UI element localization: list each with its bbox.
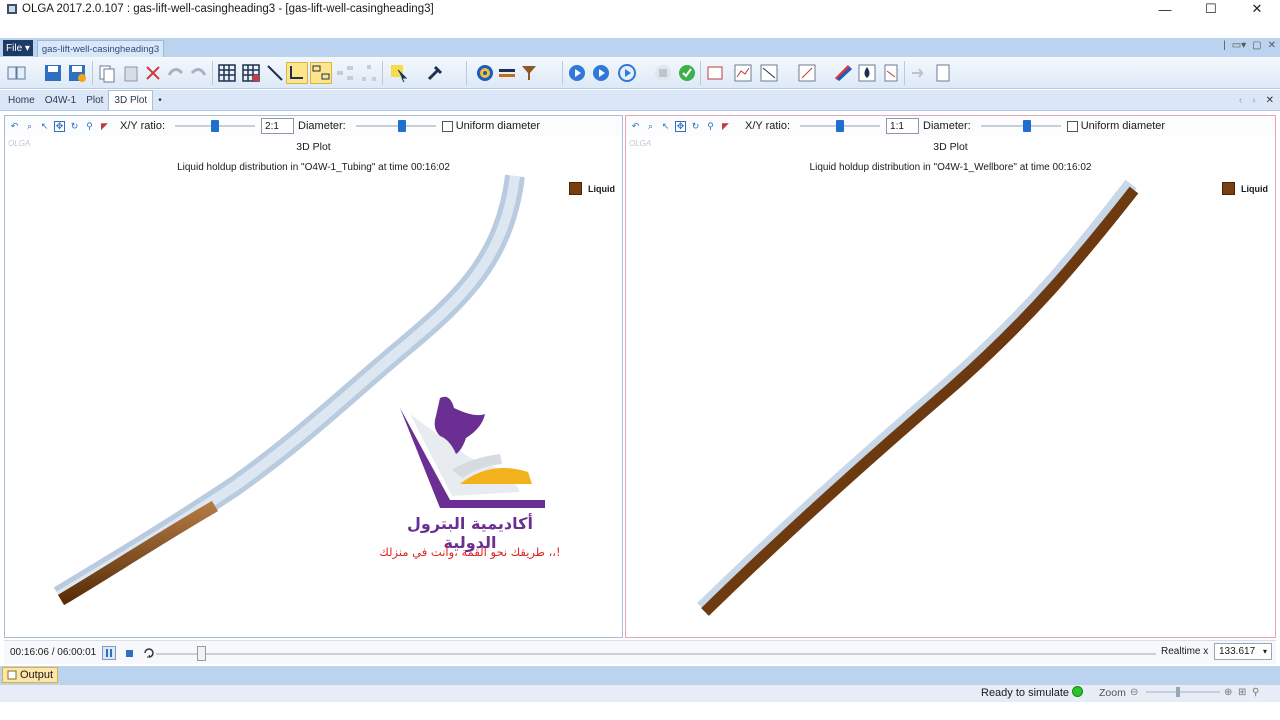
window-titlebar: OLGA 2017.2.0.107 : gas-lift-well-casing…: [0, 0, 1280, 18]
run-to-icon[interactable]: [590, 62, 612, 84]
route-icon[interactable]: [286, 62, 308, 84]
paste-icon[interactable]: [120, 62, 142, 84]
chevron-down-icon: ▾: [1262, 647, 1267, 656]
zoom-search-icon[interactable]: ⚲: [1252, 687, 1259, 698]
close-doc-icon[interactable]: ✕: [1268, 40, 1276, 51]
maximize-button[interactable]: ☐: [1188, 0, 1234, 18]
tab-home[interactable]: Home: [3, 90, 40, 110]
trend-plot-icon[interactable]: [732, 62, 754, 84]
stop-playback-icon[interactable]: [122, 646, 136, 660]
tab-add[interactable]: •: [153, 90, 167, 110]
source-icon[interactable]: [474, 62, 496, 84]
zoom-fit-icon[interactable]: ⊞: [1238, 687, 1246, 698]
tab-3d-plot[interactable]: 3D Plot: [108, 90, 154, 110]
undo-icon[interactable]: [164, 62, 186, 84]
time-readout: 00:16:06 / 06:00:01: [10, 647, 97, 658]
realtime-select[interactable]: 133.617 ▾: [1214, 643, 1272, 660]
window-title: OLGA 2017.2.0.107 : gas-lift-well-casing…: [22, 3, 434, 15]
connect-icon[interactable]: [264, 62, 286, 84]
wellbore-3d-view[interactable]: [626, 116, 1277, 639]
tab-scroll-right-icon[interactable]: ›: [1252, 95, 1255, 106]
academy-slogan: طريقك نحو القمة ،وأنت في منزلك ،،!: [379, 545, 561, 559]
loop-icon[interactable]: [142, 646, 156, 660]
cards-icon[interactable]: [704, 62, 726, 84]
document-tab[interactable]: gas-lift-well-casingheading3: [37, 40, 164, 57]
minimize-button[interactable]: —: [1142, 0, 1188, 18]
right-3d-plot-panel[interactable]: ↶ ⌕ ↖ ✥ ↻ ⚲ ◤ X/Y ratio: 1:1 Diameter: U…: [625, 115, 1276, 638]
save-as-icon[interactable]: [66, 62, 88, 84]
grid-edit-icon[interactable]: [240, 62, 262, 84]
output-icon: [7, 670, 17, 680]
xy-plot-icon[interactable]: [796, 62, 818, 84]
pause-icon[interactable]: [102, 645, 117, 660]
window-controls: — ☐ ✕: [1142, 0, 1280, 18]
pin-icon[interactable]: |: [1223, 40, 1226, 51]
time-slider[interactable]: [156, 646, 1156, 661]
output-tab[interactable]: Output: [2, 667, 59, 683]
select-icon[interactable]: [388, 62, 410, 84]
simulation-timeline: 00:16:06 / 06:00:01: [4, 640, 1276, 664]
layout-icon[interactable]: [310, 62, 332, 84]
wellbore-pipe: [697, 179, 1137, 614]
zoom-slider[interactable]: [1146, 687, 1220, 697]
verify-icon[interactable]: [676, 62, 698, 84]
restore-icon[interactable]: ▢: [1252, 40, 1261, 51]
app-icon: [7, 4, 17, 14]
document-icon[interactable]: [932, 62, 954, 84]
tabbar-controls: | ▭▾ ▢ ✕: [1223, 40, 1276, 51]
output-panel-bar: [0, 666, 1280, 684]
valve-icon[interactable]: [518, 62, 540, 84]
realtime-label: Realtime x: [1161, 646, 1209, 657]
new-icon[interactable]: [6, 62, 28, 84]
file-menu-button[interactable]: File ▾: [3, 40, 33, 56]
step-icon[interactable]: [616, 62, 638, 84]
fluid-icon[interactable]: [856, 62, 878, 84]
grid-icon[interactable]: [216, 62, 238, 84]
delete-icon[interactable]: [142, 62, 164, 84]
document-tabbar: [0, 38, 1280, 57]
window-list-icon[interactable]: ▭▾: [1232, 40, 1246, 51]
output-tab-label: Output: [20, 669, 54, 681]
close-button[interactable]: ✕: [1234, 0, 1280, 18]
report-icon[interactable]: [880, 62, 902, 84]
zoom-out-icon[interactable]: ⊖: [1130, 687, 1138, 698]
tab-plot[interactable]: Plot: [81, 90, 108, 110]
layout-tree-icon[interactable]: [334, 62, 356, 84]
save-icon[interactable]: [42, 62, 64, 84]
copy-icon[interactable]: [96, 62, 118, 84]
zoom-label: Zoom: [1099, 687, 1126, 699]
hierarchy-icon[interactable]: [358, 62, 380, 84]
tab-o4w-1[interactable]: O4W-1: [40, 90, 82, 110]
tab-nav-controls: ‹ › ✕: [1239, 95, 1274, 106]
ribbon-toolbar: [0, 57, 1280, 89]
profile-plot-icon[interactable]: [758, 62, 780, 84]
realtime-value: 133.617: [1219, 646, 1256, 657]
color-plot-icon[interactable]: [832, 62, 854, 84]
tab-scroll-left-icon[interactable]: ‹: [1239, 95, 1242, 106]
status-bar: [0, 684, 1280, 702]
tab-close-icon[interactable]: ✕: [1266, 95, 1274, 106]
view-tabs: Home O4W-1 Plot 3D Plot •: [0, 90, 1280, 111]
export-icon[interactable]: [908, 62, 930, 84]
status-indicator-icon: [1072, 686, 1083, 697]
status-text: Ready to simulate: [981, 687, 1070, 699]
stop-icon[interactable]: [652, 62, 674, 84]
zoom-in-icon[interactable]: ⊕: [1224, 687, 1232, 698]
redo-icon[interactable]: [188, 62, 210, 84]
tubing-liquid: [57, 500, 219, 606]
run-icon[interactable]: [566, 62, 588, 84]
pipe-icon[interactable]: [496, 62, 518, 84]
tools-icon[interactable]: [424, 62, 446, 84]
